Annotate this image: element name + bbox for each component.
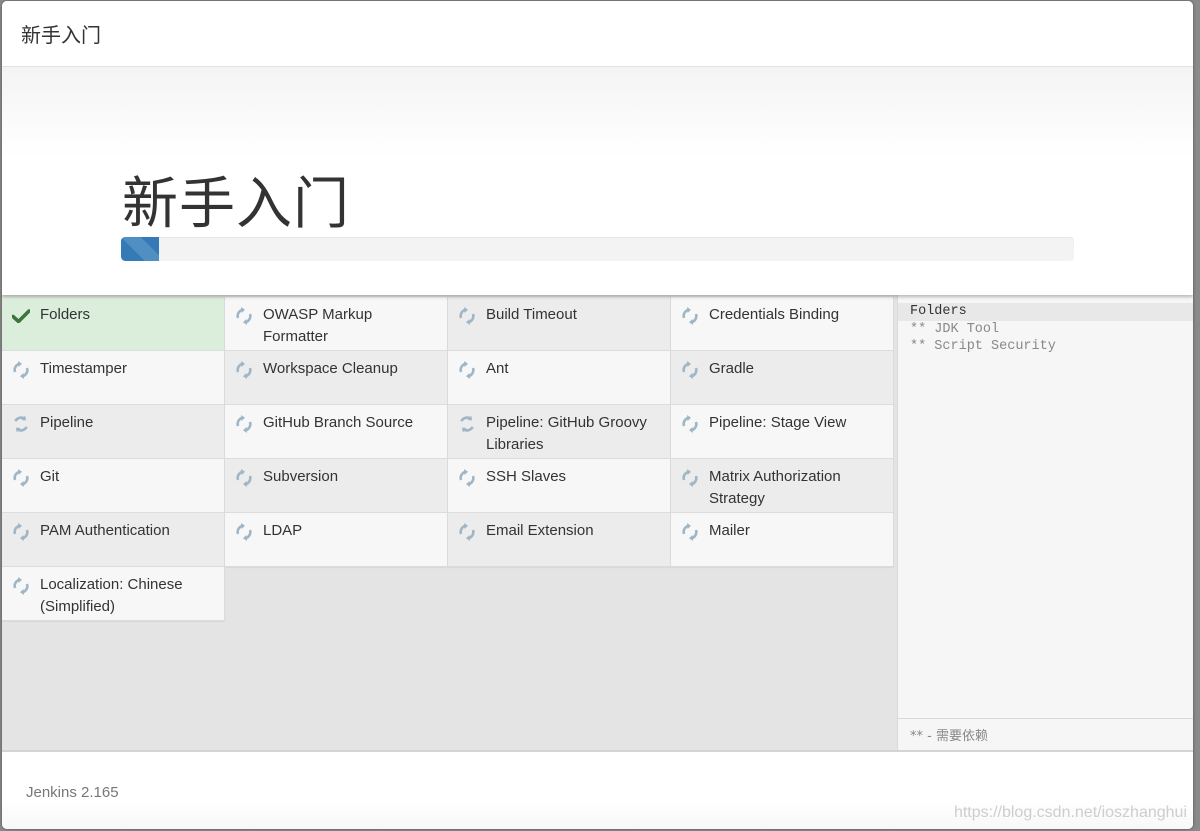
plugin-name: Credentials Binding	[709, 306, 840, 323]
refresh-icon	[9, 576, 33, 596]
plugin-name: PAM Authentication	[40, 522, 170, 539]
refresh-icon	[678, 306, 702, 326]
refresh-icon	[9, 360, 33, 380]
refresh-icon	[678, 522, 702, 542]
plugin-item: LDAP	[225, 513, 448, 567]
plugin-item: Subversion	[225, 459, 448, 513]
refresh-icon	[232, 522, 256, 542]
plugin-name: GitHub Branch Source	[263, 414, 414, 431]
refresh-icon	[9, 468, 33, 488]
plugin-item: GitHub Branch Source	[225, 405, 448, 459]
plugin-item: Folders	[2, 297, 225, 351]
refresh-icon	[455, 360, 479, 380]
plugin-name: Pipeline	[40, 414, 94, 431]
refresh-icon	[232, 468, 256, 488]
dialog-header: 新手入门	[2, 1, 1193, 67]
hero-section: 新手入门	[2, 67, 1193, 295]
plugin-name: Pipeline: Stage View	[709, 414, 847, 431]
jenkins-version: Jenkins 2.165	[26, 784, 119, 801]
plugin-item: Pipeline: Stage View	[671, 405, 894, 459]
plugin-item: Gradle	[671, 351, 894, 405]
plugin-name: OWASP Markup Formatter	[263, 306, 373, 345]
install-progress-bar	[121, 237, 1074, 261]
hero-title: 新手入门	[122, 172, 350, 237]
refresh-icon	[455, 414, 479, 434]
refresh-icon	[455, 522, 479, 542]
plugin-item: Git	[2, 459, 225, 513]
dialog-footer: Jenkins 2.165 https://blog.csdn.net/iosz…	[2, 754, 1193, 829]
refresh-icon	[232, 306, 256, 326]
refresh-icon	[678, 468, 702, 488]
plugin-grid: Folders OWASP Markup Formatter Build Timeo…	[2, 297, 895, 621]
plugin-item: Timestamper	[2, 351, 225, 405]
dialog-title: 新手入门	[21, 23, 101, 47]
plugin-name: Gradle	[709, 360, 755, 377]
plugin-item: Pipeline	[2, 405, 225, 459]
plugin-item: Workspace Cleanup	[225, 351, 448, 405]
plugin-item: Matrix Authorization Strategy	[671, 459, 894, 513]
plugin-name: Ant	[486, 360, 509, 377]
refresh-icon	[232, 414, 256, 434]
plugin-item: SSH Slaves	[448, 459, 671, 513]
refresh-icon	[232, 360, 256, 380]
plugin-name: Git	[40, 468, 60, 485]
plugin-item: Mailer	[671, 513, 894, 567]
setup-wizard-dialog: 新手入门 新手入门 Folders OWASP Markup Formatter B…	[2, 1, 1193, 829]
install-log: Folders ** JDK Tool ** Script Security	[898, 295, 1193, 356]
plugin-name: Subversion	[263, 468, 339, 485]
plugin-item: Credentials Binding	[671, 297, 894, 351]
log-line: ** JDK Tool	[910, 321, 1000, 337]
dependency-legend: ** - 需要依赖	[898, 718, 1193, 750]
plugin-name: LDAP	[263, 522, 303, 539]
refresh-icon	[9, 414, 33, 434]
refresh-icon	[678, 360, 702, 380]
install-content: Folders OWASP Markup Formatter Build Timeo…	[2, 295, 1193, 752]
progress-fill	[121, 237, 160, 261]
plugin-item: OWASP Markup Formatter	[225, 297, 448, 351]
plugin-name: Workspace Cleanup	[263, 360, 398, 377]
plugin-name: Pipeline: GitHub Groovy Libraries	[486, 414, 647, 453]
plugin-item: PAM Authentication	[2, 513, 225, 567]
refresh-icon	[9, 522, 33, 542]
plugin-item: Localization: Chinese (Simplified)	[2, 567, 225, 621]
plugin-item: Email Extension	[448, 513, 671, 567]
plugin-name: Build Timeout	[486, 306, 577, 323]
plugin-item: Build Timeout	[448, 297, 671, 351]
install-log-panel: Folders ** JDK Tool ** Script Security ** …	[897, 295, 1193, 750]
refresh-icon	[455, 468, 479, 488]
check-icon	[9, 306, 33, 326]
plugin-name: Folders	[40, 306, 91, 323]
watermark: https://blog.csdn.net/ioszhanghui	[953, 804, 1187, 821]
plugin-item: Ant	[448, 351, 671, 405]
refresh-icon	[455, 306, 479, 326]
plugin-name: SSH Slaves	[486, 468, 567, 485]
plugin-name: Timestamper	[40, 360, 127, 377]
plugin-name: Localization: Chinese (Simplified)	[40, 576, 183, 615]
log-line: Folders	[898, 303, 1193, 321]
plugin-item: Pipeline: GitHub Groovy Libraries	[448, 405, 671, 459]
refresh-icon	[678, 414, 702, 434]
plugin-name: Mailer	[709, 522, 750, 539]
log-line: ** Script Security	[910, 339, 1056, 354]
plugin-name: Email Extension	[486, 522, 594, 539]
plugin-name: Matrix Authorization Strategy	[709, 468, 841, 507]
